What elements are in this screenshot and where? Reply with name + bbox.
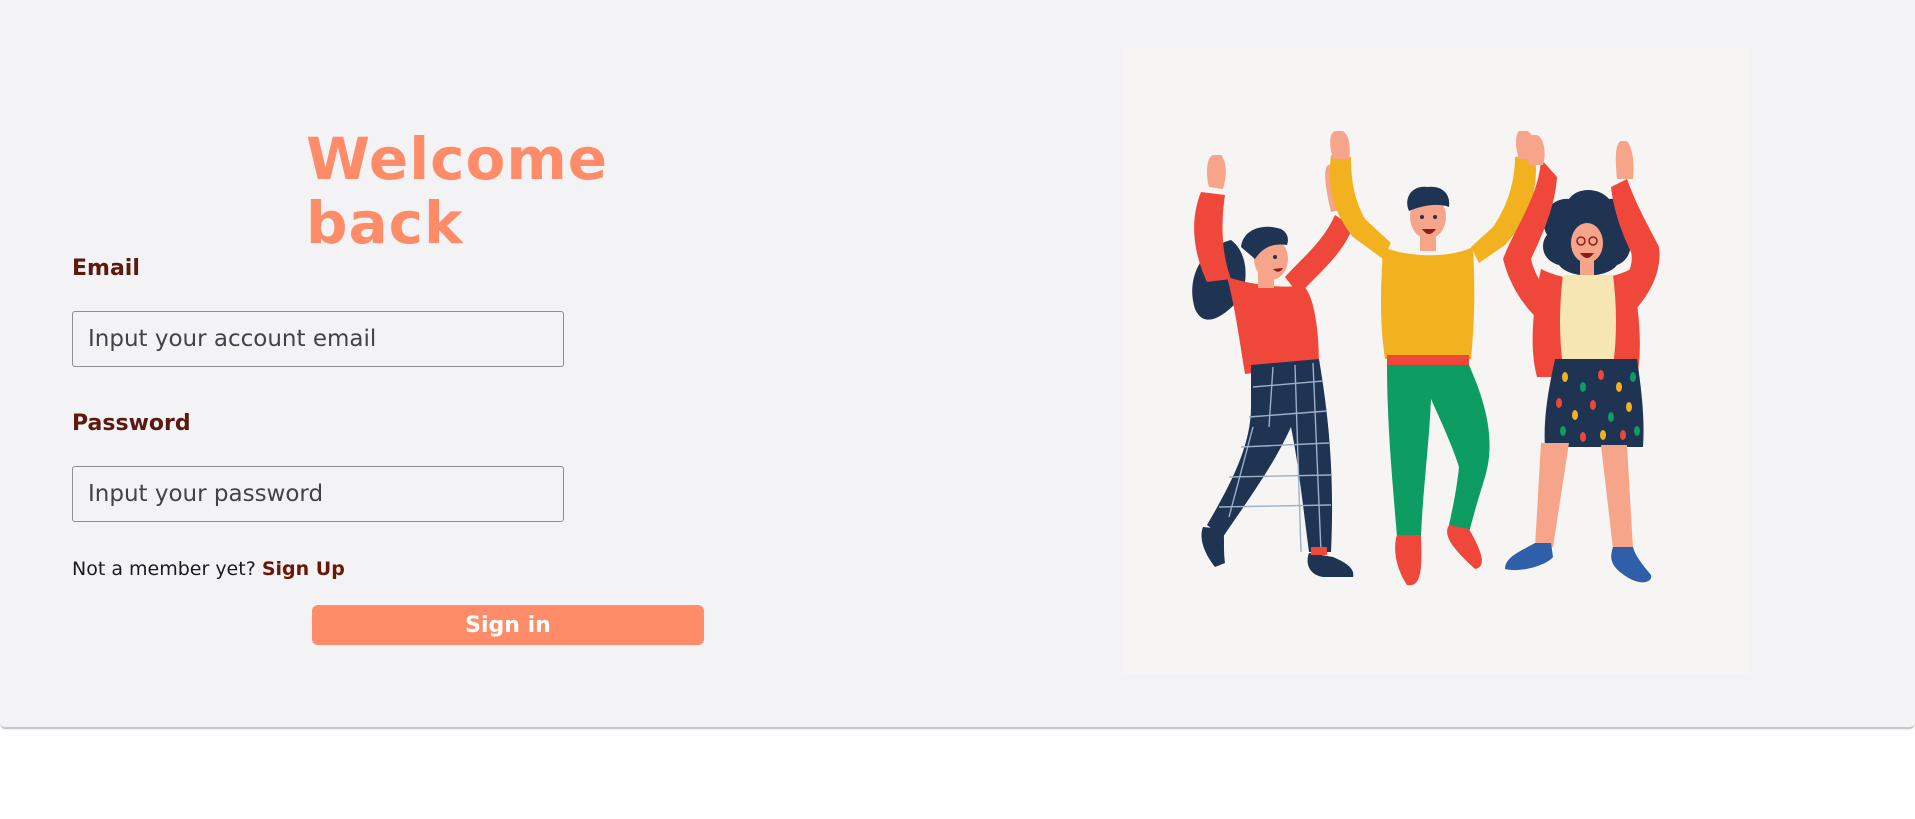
signup-prompt: Not a member yet? Sign Up bbox=[72, 558, 345, 580]
email-field[interactable] bbox=[72, 311, 564, 367]
signup-link[interactable]: Sign Up bbox=[262, 558, 345, 580]
left-person bbox=[1192, 155, 1354, 577]
page-title: Welcome back bbox=[306, 125, 609, 257]
login-card: Welcome back Email Password Not a member… bbox=[0, 0, 1915, 729]
member-prompt-text: Not a member yet? bbox=[72, 558, 256, 580]
password-label: Password bbox=[72, 411, 191, 436]
middle-person bbox=[1329, 131, 1536, 586]
password-field[interactable] bbox=[72, 466, 564, 522]
email-label: Email bbox=[72, 256, 140, 281]
sign-in-button[interactable]: Sign in bbox=[312, 605, 704, 645]
celebration-illustration bbox=[1123, 47, 1749, 674]
